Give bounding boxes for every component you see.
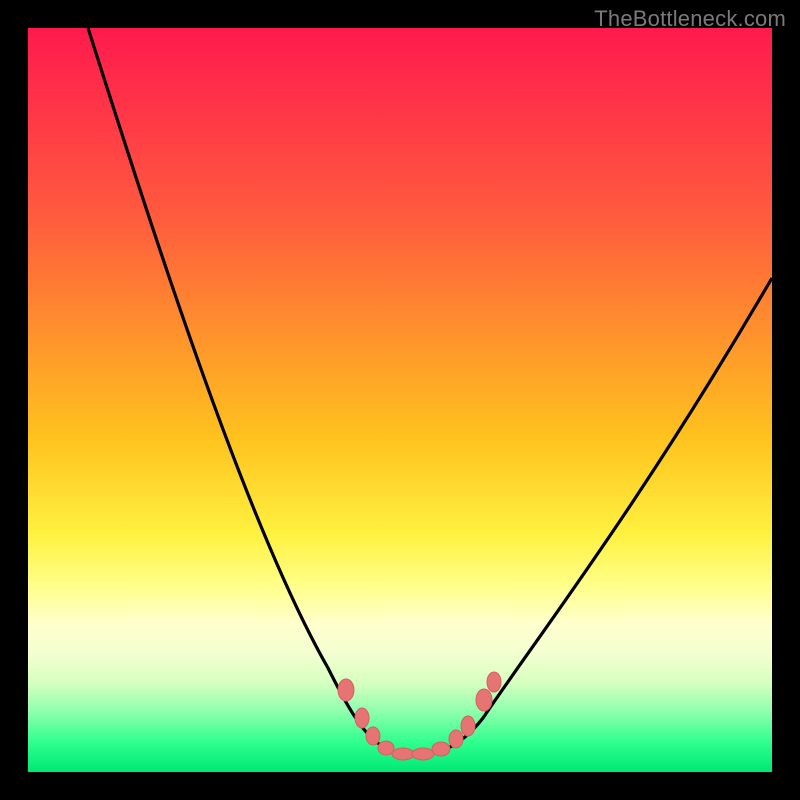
- chart-frame: TheBottleneck.com: [0, 0, 800, 800]
- watermark-text: TheBottleneck.com: [594, 6, 786, 32]
- bottleneck-curve: [28, 28, 772, 772]
- highlight-dots: [338, 672, 501, 760]
- curve-path: [88, 28, 772, 755]
- plot-area: [28, 28, 772, 772]
